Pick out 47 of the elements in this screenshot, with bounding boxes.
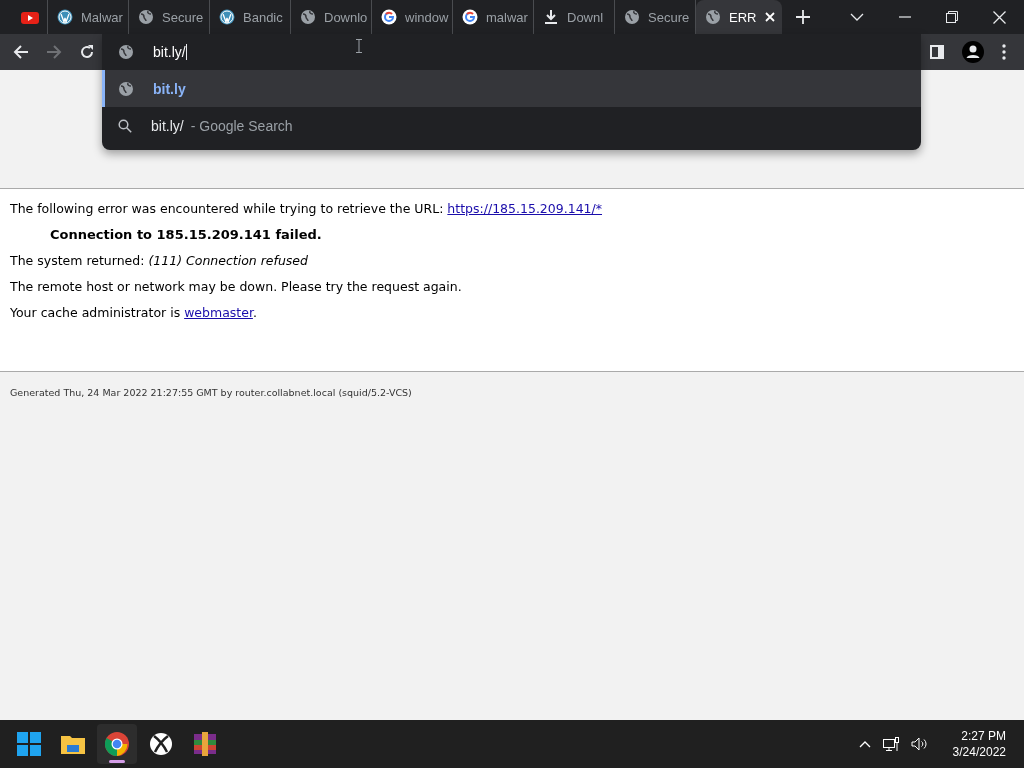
archive-icon (193, 732, 217, 756)
back-icon[interactable] (13, 44, 29, 60)
globe-icon (118, 44, 134, 60)
advice-text: The remote host or network may be down. Please try the request again. (10, 279, 463, 294)
wordpress-icon (57, 9, 73, 25)
reload-icon[interactable] (79, 44, 95, 60)
globe-icon (300, 9, 316, 25)
side-panel-icon[interactable] (930, 45, 944, 59)
forward-icon[interactable] (46, 44, 62, 60)
clock[interactable]: 2:27 PM 3/24/2022 (952, 728, 1006, 760)
restore-icon[interactable] (946, 11, 958, 23)
webmaster-link[interactable]: webmaster (184, 305, 253, 320)
globe-icon (624, 9, 640, 25)
globe-icon (705, 9, 721, 25)
text-cursor-icon (355, 39, 363, 53)
error-text: The following error was encountered while trying to retrieve the URL: (10, 201, 445, 216)
profile-icon[interactable] (962, 41, 984, 63)
youtube-icon (21, 9, 39, 25)
search-icon (118, 118, 132, 133)
network-icon[interactable] (882, 736, 899, 752)
suggestion-row[interactable]: bit.ly/ - Google Search (102, 107, 921, 144)
globe-icon (118, 80, 134, 97)
new-tab-icon[interactable] (796, 10, 810, 24)
globe-icon (138, 9, 154, 25)
volume-icon[interactable] (910, 737, 929, 751)
url-link[interactable]: https://185.15.209.141/* (447, 201, 602, 216)
windows-logo-icon (17, 732, 41, 756)
address-field[interactable]: bit.ly/ (153, 44, 187, 60)
running-indicator (109, 760, 125, 763)
xbox-icon (149, 732, 173, 756)
chrome-icon (105, 732, 129, 756)
admin-text: Your cache administrator is (10, 305, 182, 320)
wordpress-icon (219, 9, 235, 25)
suggestion-row[interactable]: bit.ly (102, 70, 921, 107)
taskbar-app[interactable] (97, 724, 137, 764)
period-text: . (252, 305, 257, 320)
chevron-up-icon[interactable] (858, 740, 871, 748)
footer-text: Generated Thu, 24 Mar 2022 21:27:55 GMT by router.collabnet.local (squid/5.2-VCS) (10, 387, 412, 398)
chevron-down-icon[interactable] (850, 13, 864, 21)
browser-tab[interactable]: ERR (696, 0, 782, 34)
close-icon[interactable] (993, 10, 1006, 24)
failure-message: Connection to 185.15.209.141 failed. (49, 227, 323, 242)
download-icon (543, 9, 559, 25)
system-message: The system returned: (111) Connection refused (10, 253, 309, 268)
more-menu-icon[interactable] (1002, 44, 1006, 60)
google-icon (462, 9, 478, 25)
google-icon (381, 9, 397, 25)
